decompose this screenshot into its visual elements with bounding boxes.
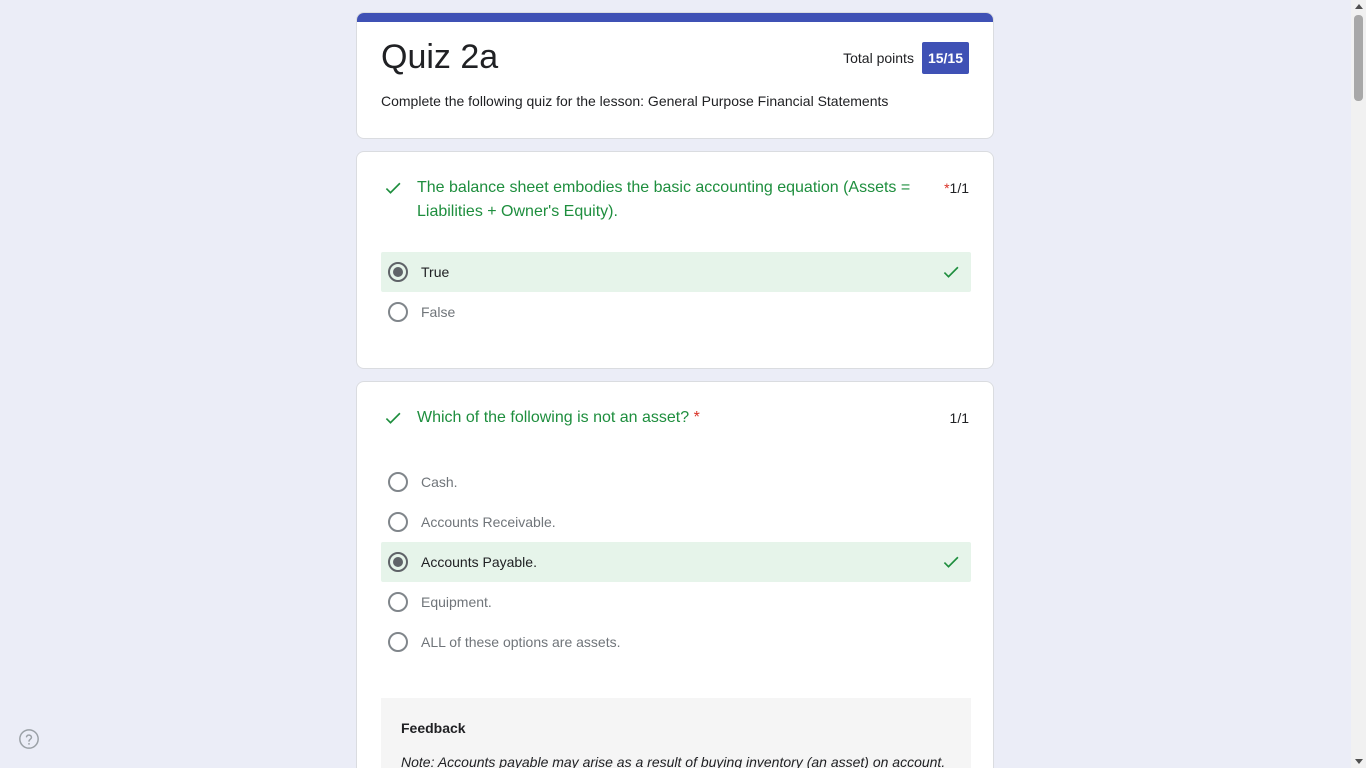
answer-correct-check-icon	[943, 266, 959, 278]
answer-option[interactable]: Equipment.	[381, 582, 971, 622]
answer-option-label: Cash.	[421, 474, 458, 490]
vertical-scrollbar[interactable]	[1351, 0, 1366, 768]
total-points-badge: 15/15	[921, 42, 969, 74]
question-score: *1/1	[944, 180, 969, 196]
quiz-description: Complete the following quiz for the less…	[381, 93, 889, 109]
answer-option-label: Equipment.	[421, 594, 492, 610]
required-asterisk: *	[693, 409, 700, 426]
help-icon[interactable]	[18, 728, 40, 750]
question-card-1: The balance sheet embodies the basic acc…	[356, 151, 994, 369]
quiz-header-card: Quiz 2a Total points 15/15 Complete the …	[356, 12, 994, 139]
question-text-label: The balance sheet embodies the basic acc…	[417, 179, 911, 220]
scroll-up-arrow-icon[interactable]	[1355, 4, 1363, 9]
question-correct-check-icon	[385, 412, 401, 424]
question-text: Which of the following is not an asset? …	[417, 406, 917, 430]
scroll-down-arrow-icon[interactable]	[1355, 759, 1363, 764]
answer-option-label: ALL of these options are assets.	[421, 634, 621, 650]
radio-button[interactable]	[388, 592, 408, 612]
question-text: The balance sheet embodies the basic acc…	[417, 176, 917, 224]
question-correct-check-icon	[385, 182, 401, 194]
question-card-2: Which of the following is not an asset? …	[356, 381, 994, 768]
scrollbar-thumb[interactable]	[1354, 15, 1363, 101]
quiz-results-page: Quiz 2a Total points 15/15 Complete the …	[0, 0, 1366, 768]
answer-option[interactable]: True	[381, 252, 971, 292]
answer-option[interactable]: ALL of these options are assets.	[381, 622, 971, 662]
feedback-note: Note: Accounts payable may arise as a re…	[401, 754, 946, 768]
radio-button-selected[interactable]	[388, 552, 408, 572]
header-accent-bar	[357, 13, 993, 22]
answer-correct-check-icon	[943, 556, 959, 568]
feedback-title: Feedback	[401, 720, 466, 736]
quiz-title: Quiz 2a	[381, 38, 499, 76]
total-points: Total points 15/15	[843, 42, 969, 74]
answer-option-label: Accounts Payable.	[421, 554, 537, 570]
answer-option[interactable]: False	[381, 292, 971, 332]
question-text-label: Which of the following is not an asset?	[417, 409, 690, 426]
question-score: 1/1	[949, 410, 969, 426]
answer-option[interactable]: Cash.	[381, 462, 971, 502]
radio-button[interactable]	[388, 302, 408, 322]
answer-option-label: True	[421, 264, 450, 280]
radio-button[interactable]	[388, 512, 408, 532]
answer-option[interactable]: Accounts Receivable.	[381, 502, 971, 542]
feedback-box: Feedback Note: Accounts payable may aris…	[381, 698, 971, 768]
question-score-value: 1/1	[949, 180, 969, 196]
answer-option-label: Accounts Receivable.	[421, 514, 556, 530]
radio-button[interactable]	[388, 472, 408, 492]
answer-option[interactable]: Accounts Payable.	[381, 542, 971, 582]
total-points-label: Total points	[843, 50, 914, 66]
radio-button[interactable]	[388, 632, 408, 652]
answer-option-label: False	[421, 304, 456, 320]
radio-button-selected[interactable]	[388, 262, 408, 282]
